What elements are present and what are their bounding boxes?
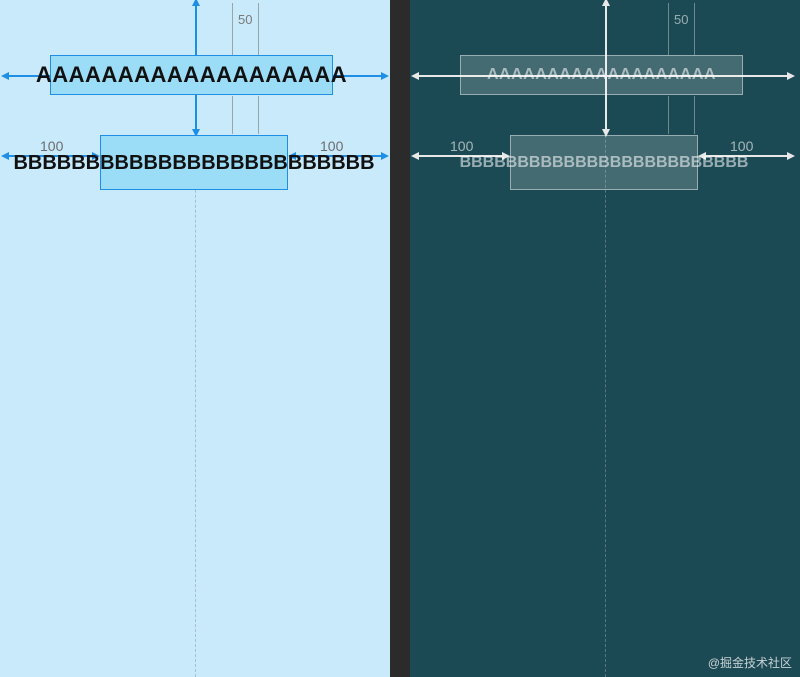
pane-divider — [390, 0, 410, 677]
top-margin-label: 50 — [238, 12, 252, 27]
top-margin-label: 50 — [674, 12, 688, 27]
right-pane: 50 AAAAAAAAAAAAAAAAAAA 100 100 BBBBBBBBB… — [410, 0, 800, 677]
text-box-b: BBBBBBBBBBBBBBBBBBBBBBBBB — [100, 135, 288, 190]
left-margin-label: 100 — [450, 138, 473, 154]
dim-bracket-left-2 — [668, 96, 669, 134]
dim-bracket-left — [232, 3, 233, 55]
text-a-content: AAAAAAAAAAAAAAAAAAA — [487, 66, 716, 84]
left-pane: 50 AAAAAAAAAAAAAAAAAAA 100 100 BBBBBBBBB… — [0, 0, 390, 677]
dim-bracket-left-2 — [232, 96, 233, 134]
dim-bracket-right — [258, 3, 259, 55]
text-box-b: BBBBBBBBBBBBBBBBBBBBBBBBB — [510, 135, 698, 190]
text-a-content: AAAAAAAAAAAAAAAAAAA — [36, 63, 347, 87]
right-margin-label: 100 — [730, 138, 753, 154]
watermark: @掘金技术社区 — [708, 654, 792, 671]
dim-bracket-right — [694, 3, 695, 55]
dim-bracket-left — [668, 3, 669, 55]
dim-bracket-right-2 — [258, 96, 259, 134]
text-box-a: AAAAAAAAAAAAAAAAAAA — [460, 55, 743, 95]
text-b-content: BBBBBBBBBBBBBBBBBBBBBBBBB — [460, 154, 749, 172]
text-b-content: BBBBBBBBBBBBBBBBBBBBBBBBB — [13, 152, 374, 174]
dim-bracket-right-2 — [694, 96, 695, 134]
text-box-a: AAAAAAAAAAAAAAAAAAA — [50, 55, 333, 95]
